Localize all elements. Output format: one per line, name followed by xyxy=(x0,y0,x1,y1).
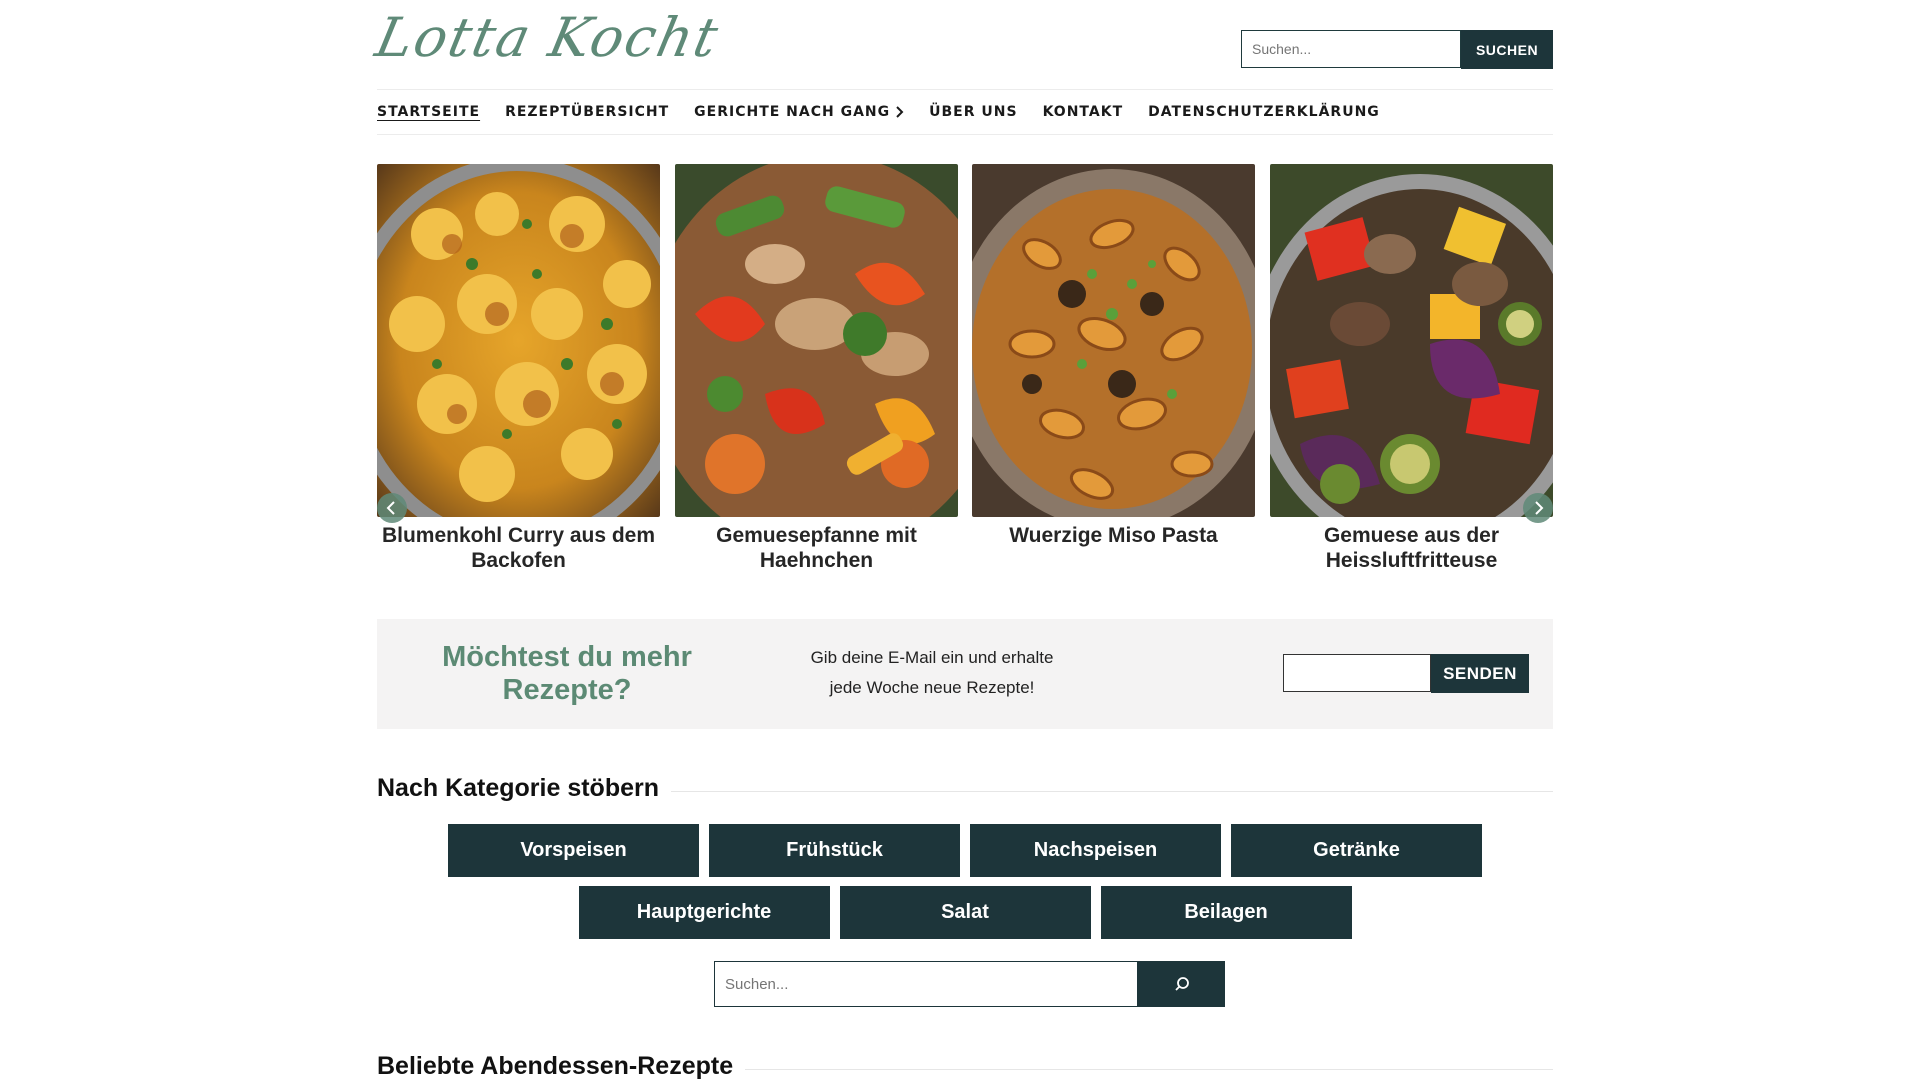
nav-label: REZEPTÜBERSICHT xyxy=(505,104,670,120)
recipe-image-miso-pasta[interactable] xyxy=(972,164,1255,517)
category-heading: Nach Kategorie stöbern xyxy=(377,774,660,802)
site-logo[interactable]: Lotta Kocht xyxy=(370,6,725,69)
category-button-fruehstueck[interactable]: Frühstück xyxy=(709,824,960,877)
newsletter-submit-button[interactable]: SENDEN xyxy=(1431,654,1529,693)
newsletter-title: Möchtest du mehr Rezepte? xyxy=(442,641,692,706)
category-button-nachspeisen[interactable]: Nachspeisen xyxy=(970,824,1221,877)
nav-item-rezeptuebersicht[interactable]: REZEPTÜBERSICHT xyxy=(505,104,669,120)
category-row: Hauptgerichte Salat Beilagen xyxy=(377,886,1553,939)
category-button-hauptgerichte[interactable]: Hauptgerichte xyxy=(578,886,830,939)
newsletter-text: Gib deine E-Mail ein und erhalte jede Wo… xyxy=(810,648,1054,697)
recipe-slider: Blumenkohl Curry aus dem Backofen Gemues… xyxy=(377,164,1553,584)
nav-item-startseite[interactable]: STARTSEITE xyxy=(377,104,480,120)
category-button-getraenke[interactable]: Getränke xyxy=(1231,824,1482,877)
recipe-image-vegetable-pan[interactable] xyxy=(675,164,958,517)
category-button-salat[interactable]: Salat xyxy=(839,886,1091,939)
chevron-left-icon xyxy=(386,501,395,515)
newsletter-form: SENDEN xyxy=(1283,654,1529,693)
slide-card[interactable]: Wuerzige Miso Pasta xyxy=(972,164,1255,548)
nav-item-ueber-uns[interactable]: ÜBER UNS xyxy=(929,104,1017,120)
main-nav: STARTSEITE REZEPTÜBERSICHT GERICHTE NACH… xyxy=(377,89,1553,135)
slide-title[interactable]: Gemuesepfanne mit Haehnchen xyxy=(675,523,958,573)
nav-item-gerichte-nach-gang[interactable]: GERICHTE NACH GANG xyxy=(694,104,904,120)
header-search-form: SUCHEN xyxy=(1241,30,1553,69)
nav-label: STARTSEITE xyxy=(377,104,481,120)
popular-heading: Beliebte Abendessen-Rezepte xyxy=(377,1052,734,1080)
recipe-image-airfryer-vegetables[interactable] xyxy=(1270,164,1553,517)
search-icon xyxy=(1174,977,1189,991)
newsletter-email-input[interactable] xyxy=(1283,654,1431,692)
slider-prev-button[interactable] xyxy=(377,493,407,523)
slide-title[interactable]: Wuerzige Miso Pasta xyxy=(972,523,1255,548)
divider xyxy=(745,1069,1553,1070)
divider xyxy=(671,791,1553,792)
slide-title[interactable]: Gemuese aus der Heissluftfritteuse xyxy=(1270,523,1553,573)
category-search-input[interactable] xyxy=(714,961,1138,1007)
category-button-beilagen[interactable]: Beilagen xyxy=(1100,886,1352,939)
chevron-right-icon xyxy=(896,106,904,118)
category-button-vorspeisen[interactable]: Vorspeisen xyxy=(448,824,699,877)
nav-label: GERICHTE NACH GANG xyxy=(694,104,891,120)
category-search-form xyxy=(714,961,1225,1007)
slide-card[interactable]: Blumenkohl Curry aus dem Backofen xyxy=(377,164,660,573)
slide-card[interactable]: Gemuesepfanne mit Haehnchen xyxy=(675,164,958,573)
nav-label: DATENSCHUTZERKLÄRUNG xyxy=(1148,104,1380,120)
nav-label: ÜBER UNS xyxy=(929,104,1018,120)
chevron-right-icon xyxy=(1535,501,1544,515)
newsletter-box: Möchtest du mehr Rezepte? Gib deine E-Ma… xyxy=(377,619,1553,729)
slide-title[interactable]: Blumenkohl Curry aus dem Backofen xyxy=(377,523,660,573)
header-search-button[interactable]: SUCHEN xyxy=(1461,30,1553,69)
header-search-input[interactable] xyxy=(1241,30,1461,68)
category-search-button[interactable] xyxy=(1138,961,1225,1007)
popular-section-header: Beliebte Abendessen-Rezepte xyxy=(377,1052,1553,1081)
nav-item-datenschutz[interactable]: DATENSCHUTZERKLÄRUNG xyxy=(1148,104,1380,120)
category-section-header: Nach Kategorie stöbern xyxy=(377,774,1553,803)
category-row: Vorspeisen Frühstück Nachspeisen Getränk… xyxy=(377,824,1553,877)
slider-next-button[interactable] xyxy=(1523,493,1553,523)
nav-item-kontakt[interactable]: KONTAKT xyxy=(1043,104,1124,120)
recipe-image-cauliflower-curry[interactable] xyxy=(377,164,660,517)
nav-label: KONTAKT xyxy=(1042,104,1124,120)
slide-card[interactable]: Gemuese aus der Heissluftfritteuse xyxy=(1270,164,1553,573)
